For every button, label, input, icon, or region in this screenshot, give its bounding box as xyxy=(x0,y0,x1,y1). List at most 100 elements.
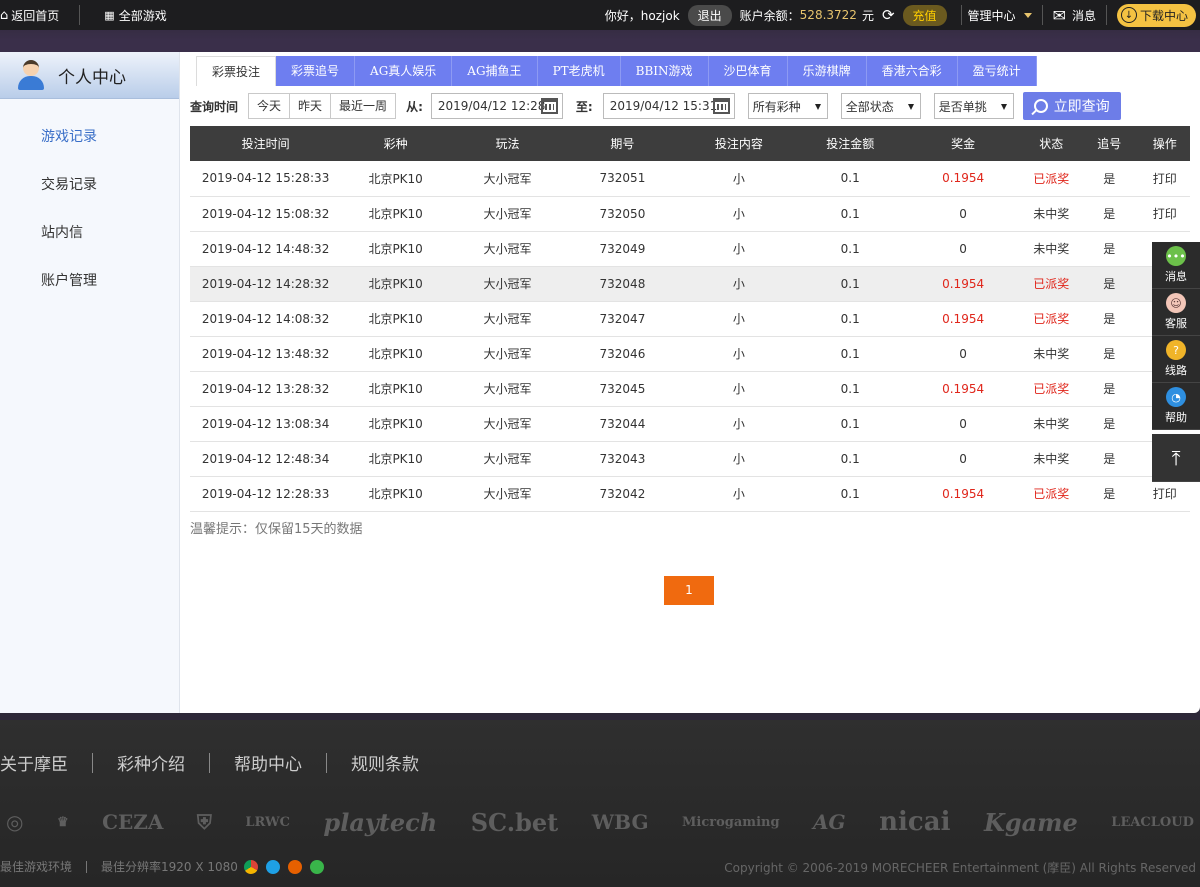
calendar-icon[interactable] xyxy=(712,98,730,114)
cell-lottery: 北京PK10 xyxy=(341,371,451,407)
manage-label: 管理中心 xyxy=(967,8,1016,23)
recharge-button[interactable]: 充值 xyxy=(902,4,947,26)
col-lottery: 彩种 xyxy=(341,126,451,161)
chrome-icon[interactable] xyxy=(243,859,258,874)
cell-play: 大小冠军 xyxy=(450,476,565,512)
tab-saba-sports[interactable]: 沙巴体育 xyxy=(708,56,788,86)
float-messages[interactable]: ••• 消息 xyxy=(1152,242,1200,289)
cell-chase: 是 xyxy=(1079,441,1140,477)
content-area: 彩票投注 彩票追号 AG真人娱乐 AG捕鱼王 PT老虎机 BBIN游戏 沙巴体育… xyxy=(181,52,1200,713)
lrwc-logo: LRWC xyxy=(245,814,290,830)
cell-action[interactable]: 打印 xyxy=(1139,196,1190,232)
sidebar-header: 个人中心 xyxy=(0,52,179,99)
tab-pt-slots[interactable]: PT老虎机 xyxy=(537,56,621,86)
query-button[interactable]: 立即查询 xyxy=(1022,92,1121,120)
ie-icon[interactable] xyxy=(265,859,280,874)
copyright: Copyright © 2006-2019 MORECHEER Entertai… xyxy=(724,861,1196,875)
quick-range-group: 今天 昨天 最近一周 xyxy=(248,93,397,119)
to-date-input[interactable]: 2019/04/12 15:31 xyxy=(602,93,735,119)
cell-chase: 是 xyxy=(1079,406,1140,442)
single-select[interactable]: 是否单挑 xyxy=(933,93,1014,119)
cell-issue: 732046 xyxy=(564,336,680,372)
cell-prize: 0 xyxy=(902,336,1024,372)
cell-lottery: 北京PK10 xyxy=(341,301,451,337)
cell-action[interactable]: 打印 xyxy=(1139,161,1190,197)
footer-link-help[interactable]: 帮助中心 xyxy=(234,750,302,775)
messages-link[interactable]: ✉ 消息 xyxy=(1053,6,1096,25)
cell-prize: 0.1954 xyxy=(902,161,1024,197)
col-play: 玩法 xyxy=(450,126,565,161)
single-value: 是否单挑 xyxy=(938,99,987,114)
tab-lottery-chase[interactable]: 彩票追号 xyxy=(276,56,356,86)
cell-prize: 0 xyxy=(902,406,1024,442)
from-date-value: 2019/04/12 12:28 xyxy=(437,99,546,113)
float-routes[interactable]: ? 线路 xyxy=(1152,336,1200,383)
cell-amount: 0.1 xyxy=(797,301,903,337)
chat-icon: ••• xyxy=(1166,246,1186,266)
avatar xyxy=(18,60,44,90)
top-bar: ⌂ 返回首页 ▦ 全部游戏 你好，hozjok 退出 账户余额： 528.372… xyxy=(0,0,1200,30)
cell-status: 未中奖 xyxy=(1023,441,1080,477)
cell-amount: 0.1 xyxy=(797,266,903,302)
cell-play: 大小冠军 xyxy=(450,266,565,302)
cell-status: 已派奖 xyxy=(1023,476,1080,512)
col-bet-time: 投注时间 xyxy=(190,126,342,161)
nicai-logo: nicai xyxy=(879,807,951,837)
logout-button[interactable]: 退出 xyxy=(687,4,732,26)
float-help-label: 帮助 xyxy=(1165,411,1187,424)
from-date-input[interactable]: 2019/04/12 12:28 xyxy=(430,93,563,119)
cell-prize: 0 xyxy=(902,231,1024,267)
bet-records-table: 投注时间 彩种 玩法 期号 投注内容 投注金额 奖金 状态 追号 操作 2019… xyxy=(190,126,1190,512)
tab-ag-fishing[interactable]: AG捕鱼王 xyxy=(452,56,538,86)
footer-link-terms[interactable]: 规则条款 xyxy=(351,750,419,775)
all-games-link[interactable]: ▦ 全部游戏 xyxy=(104,7,166,24)
tab-bbin-games[interactable]: BBIN游戏 xyxy=(620,56,709,86)
greeting: 你好，hozjok xyxy=(604,8,680,23)
best-environment: 最佳游戏环境 最佳分辨率1920 X 1080 xyxy=(0,858,332,875)
refresh-icon[interactable]: ⟳ xyxy=(882,6,895,24)
table-row: 2019-04-12 12:28:33 北京PK10 大小冠军 732042 小 0.1 0… xyxy=(190,476,1190,512)
range-yesterday-button[interactable]: 昨天 xyxy=(290,94,332,118)
calendar-icon[interactable] xyxy=(540,98,558,114)
cell-lottery: 北京PK10 xyxy=(341,196,451,232)
range-week-button[interactable]: 最近一周 xyxy=(331,94,395,118)
wbg-logo: WBG xyxy=(591,810,649,834)
cell-play: 大小冠军 xyxy=(450,161,565,197)
download-icon: ↓ xyxy=(1120,7,1137,23)
footer-link-about[interactable]: 关于摩臣 xyxy=(0,750,68,775)
cell-amount: 0.1 xyxy=(797,441,903,477)
tab-leyou-chess[interactable]: 乐游棋牌 xyxy=(787,56,867,86)
cell-content: 小 xyxy=(679,196,798,232)
home-link[interactable]: ⌂ 返回首页 xyxy=(0,7,59,24)
cell-prize: 0.1954 xyxy=(902,371,1024,407)
range-today-button[interactable]: 今天 xyxy=(249,94,291,118)
table-row: 2019-04-12 14:28:32 北京PK10 大小冠军 732048 小 0.1 0… xyxy=(190,266,1190,302)
to-label: 至: xyxy=(575,99,593,114)
sidebar-item-inbox[interactable]: 站内信 xyxy=(0,209,179,257)
sidebar-item-account-management[interactable]: 账户管理 xyxy=(0,257,179,305)
float-support[interactable]: ☺ 客服 xyxy=(1152,289,1200,336)
cell-chase: 是 xyxy=(1079,161,1140,197)
footer-link-lotteries[interactable]: 彩种介绍 xyxy=(117,750,185,775)
manage-center-menu[interactable]: 管理中心 xyxy=(968,7,1032,24)
sidebar-item-game-records[interactable]: 游戏记录 xyxy=(0,113,179,161)
back-to-top-button[interactable]: ⤒ xyxy=(1152,434,1200,482)
cell-prize: 0 xyxy=(902,196,1024,232)
lottery-type-select[interactable]: 所有彩种 xyxy=(747,93,828,119)
tab-ag-live[interactable]: AG真人娱乐 xyxy=(355,56,453,86)
page-button-1[interactable]: 1 xyxy=(664,576,714,605)
sidebar-item-transaction-records[interactable]: 交易记录 xyxy=(0,161,179,209)
float-help[interactable]: ◔ 帮助 xyxy=(1152,383,1200,430)
cell-content: 小 xyxy=(679,161,798,197)
tab-hk-marksix[interactable]: 香港六合彩 xyxy=(866,56,958,86)
tab-profit-stats[interactable]: 盈亏统计 xyxy=(957,56,1037,86)
firefox-icon[interactable] xyxy=(287,859,302,874)
chevron-down-icon xyxy=(1023,12,1032,18)
browser-360-icon[interactable] xyxy=(309,859,324,874)
table-row: 2019-04-12 14:48:32 北京PK10 大小冠军 732049 小 0.1 0… xyxy=(190,231,1190,267)
status-select[interactable]: 全部状态 xyxy=(840,93,921,119)
search-icon xyxy=(1033,99,1048,113)
download-button[interactable]: ↓ 下载中心 xyxy=(1116,3,1196,27)
tab-lottery-bets[interactable]: 彩票投注 xyxy=(196,56,277,86)
speedometer-icon: ◔ xyxy=(1166,387,1186,407)
